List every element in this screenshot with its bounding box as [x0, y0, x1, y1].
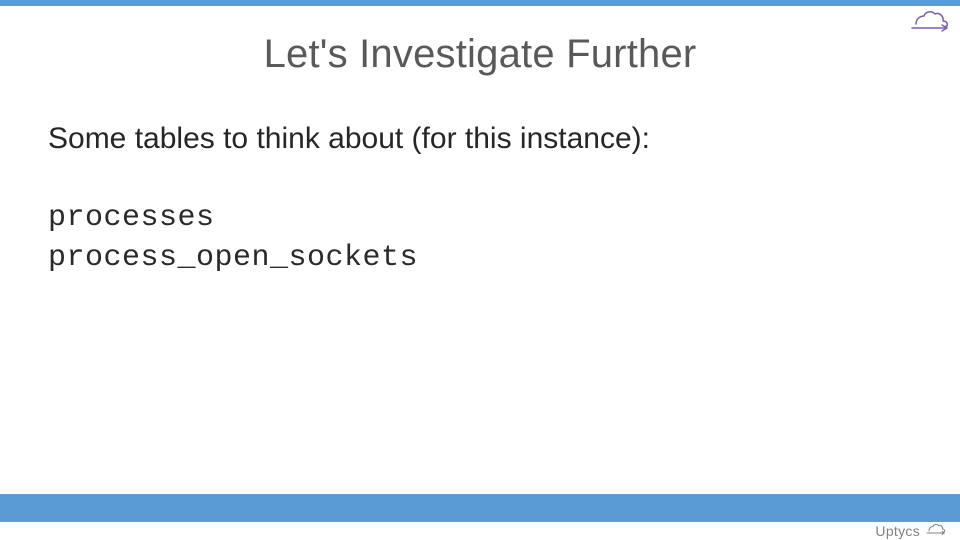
- brand-name: Uptycs: [875, 523, 920, 539]
- slide-body: Some tables to think about (for this ins…: [48, 120, 912, 279]
- bottom-accent-bar: [0, 494, 960, 522]
- code-line: processes: [48, 198, 912, 239]
- top-accent-bar: [0, 0, 960, 6]
- brand-cloud-icon: [924, 522, 946, 540]
- slide-title: Let's Investigate Further: [0, 32, 960, 77]
- brand-footer: Uptycs: [875, 522, 946, 540]
- intro-text: Some tables to think about (for this ins…: [48, 120, 912, 158]
- code-list: processes process_open_sockets: [48, 198, 912, 279]
- code-line: process_open_sockets: [48, 238, 912, 279]
